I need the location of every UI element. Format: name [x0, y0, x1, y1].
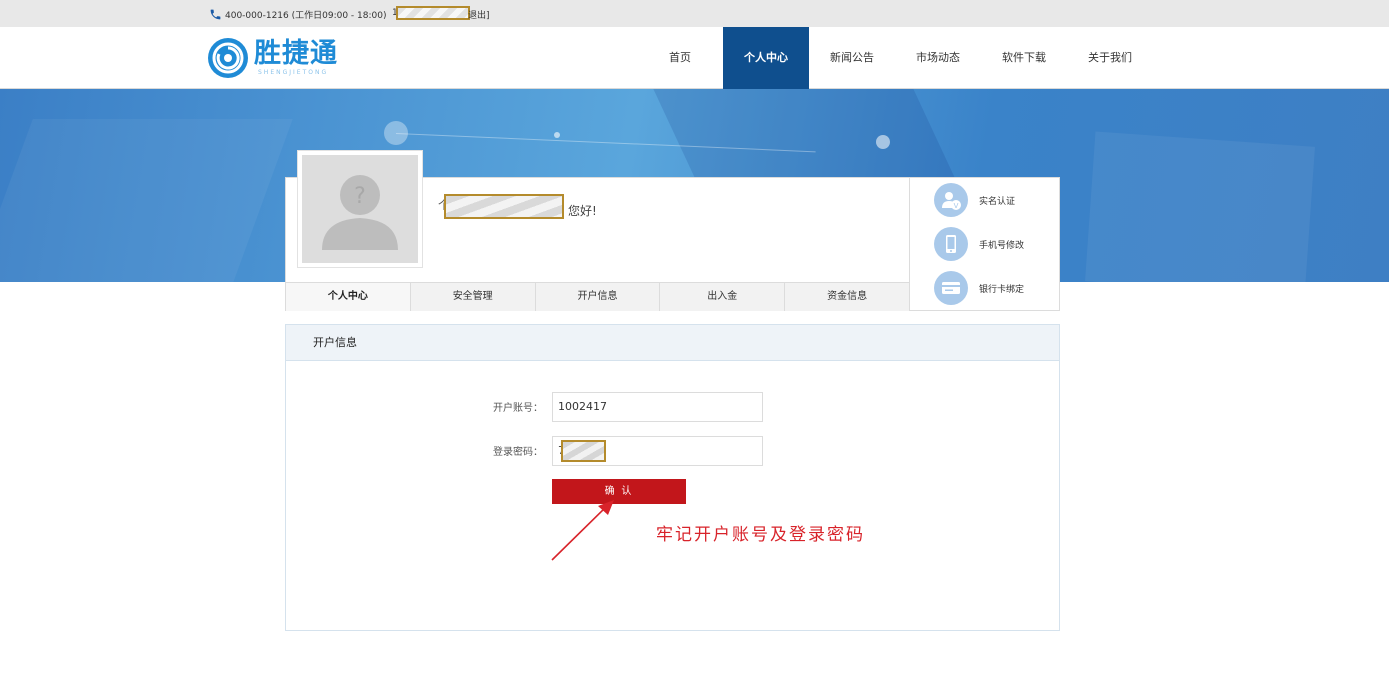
- tab-personal-center[interactable]: 个人中心: [286, 283, 411, 311]
- annotation-arrow-icon: [551, 500, 614, 561]
- link-label: 实名认证: [979, 196, 1016, 207]
- link-label: 银行卡绑定: [979, 284, 1025, 295]
- redacted-password: [561, 440, 606, 462]
- link-label: 手机号修改: [979, 240, 1025, 251]
- logo-title: 胜捷通: [254, 38, 338, 69]
- link-phone-change[interactable]: 手机号修改: [934, 227, 1024, 261]
- default-avatar-icon: ?: [322, 175, 398, 250]
- site-header: 胜捷通 SHENGJIETONG 首页 个人中心 新闻公告 市场动态 软件下载 …: [0, 27, 1389, 89]
- phone-icon: [210, 9, 221, 20]
- nav-home[interactable]: 首页: [637, 27, 723, 89]
- annotation-text: 牢记开户账号及登录密码: [656, 525, 865, 545]
- nav-personal-center[interactable]: 个人中心: [723, 27, 809, 89]
- bank-card-icon: [934, 271, 968, 305]
- banner-dot: [384, 121, 408, 145]
- tab-security[interactable]: 安全管理: [411, 283, 536, 311]
- avatar[interactable]: ?: [297, 150, 423, 268]
- account-info-panel: 开户信息: [285, 324, 1060, 631]
- logo[interactable]: 胜捷通 SHENGJIETONG: [207, 37, 338, 79]
- user-verify-icon: V: [934, 183, 968, 217]
- logout-link[interactable]: 退出]: [468, 8, 490, 21]
- greeting-text: 您好!: [568, 204, 597, 218]
- panel-title: 开户信息: [286, 325, 1059, 361]
- nav-news[interactable]: 新闻公告: [809, 27, 895, 89]
- redacted-name: [444, 194, 564, 219]
- redacted-username: [396, 6, 470, 20]
- tab-deposit-withdraw[interactable]: 出入金: [660, 283, 786, 311]
- tab-account-info[interactable]: 开户信息: [536, 283, 661, 311]
- account-number-field[interactable]: 1002417: [552, 392, 763, 422]
- nav-download[interactable]: 软件下载: [981, 27, 1067, 89]
- hotline-text: 400-000-1216 (工作日09:00 - 18:00): [225, 11, 387, 21]
- banner-dot: [876, 135, 890, 149]
- top-info-bar: 400-000-1216 (工作日09:00 - 18:00) 1 退出]: [0, 0, 1389, 27]
- phone-icon: [934, 227, 968, 261]
- quick-links: V 实名认证 手机号修改 银行卡绑定: [909, 177, 1060, 311]
- logo-subtitle: SHENGJIETONG: [258, 69, 329, 76]
- tab-funds[interactable]: 资金信息: [785, 283, 909, 311]
- main-nav: 首页 个人中心 新闻公告 市场动态 软件下载 关于我们: [637, 27, 1153, 89]
- nav-market[interactable]: 市场动态: [895, 27, 981, 89]
- logo-mark-icon: [208, 38, 248, 78]
- nav-about[interactable]: 关于我们: [1067, 27, 1153, 89]
- svg-text:V: V: [954, 202, 959, 210]
- banner-shape: [1085, 131, 1315, 282]
- profile-tabs: 个人中心 安全管理 开户信息 出入金 资金信息: [286, 282, 909, 311]
- banner-dot: [554, 132, 560, 138]
- link-real-name-auth[interactable]: V 实名认证: [934, 183, 1015, 217]
- hotline: 400-000-1216 (工作日09:00 - 18:00): [209, 8, 386, 21]
- svg-text:?: ?: [354, 184, 366, 209]
- account-number-label: 开户账号：: [493, 403, 543, 414]
- link-bank-card[interactable]: 银行卡绑定: [934, 271, 1024, 305]
- login-password-label: 登录密码：: [493, 447, 543, 458]
- banner-shape: [0, 119, 293, 282]
